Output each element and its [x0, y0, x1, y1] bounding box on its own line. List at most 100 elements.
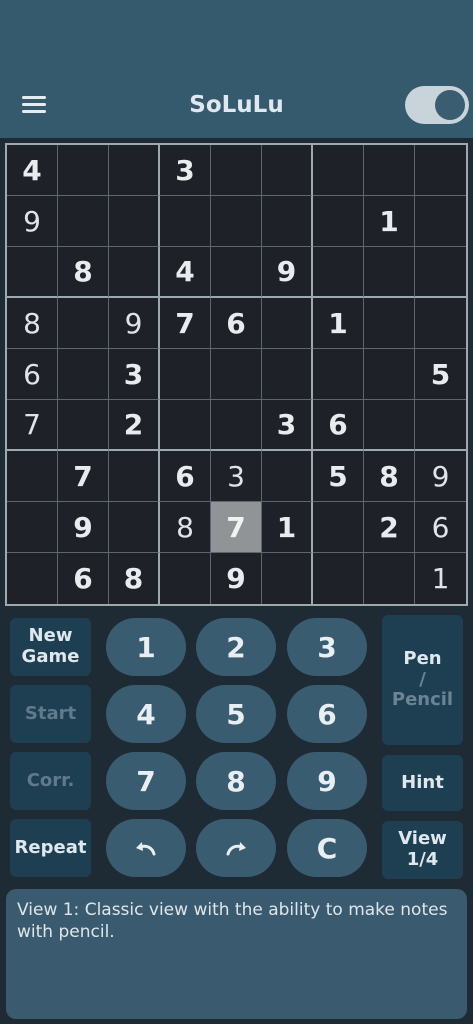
sudoku-cell-r1c3[interactable] — [109, 145, 160, 196]
number-button-6[interactable]: 6 — [287, 685, 367, 743]
sudoku-cell-r5c5[interactable] — [211, 349, 262, 400]
sudoku-cell-r4c7[interactable]: 1 — [313, 298, 364, 349]
sudoku-cell-r8c5[interactable]: 7 — [211, 502, 262, 553]
sudoku-cell-r6c7[interactable]: 6 — [313, 400, 364, 451]
sudoku-cell-r8c8[interactable]: 2 — [364, 502, 415, 553]
sudoku-cell-r1c1[interactable]: 4 — [7, 145, 58, 196]
sudoku-cell-r4c2[interactable] — [58, 298, 109, 349]
number-button-2[interactable]: 2 — [196, 618, 276, 676]
sudoku-cell-r8c7[interactable] — [313, 502, 364, 553]
sudoku-cell-r7c2[interactable]: 7 — [58, 451, 109, 502]
sudoku-cell-r3c7[interactable] — [313, 247, 364, 298]
start-button[interactable]: Start — [10, 685, 91, 743]
sudoku-cell-r3c4[interactable]: 4 — [160, 247, 211, 298]
sudoku-cell-r4c6[interactable] — [262, 298, 313, 349]
sudoku-cell-r8c9[interactable]: 6 — [415, 502, 466, 553]
repeat-button[interactable]: Repeat — [10, 819, 91, 877]
correction-button[interactable]: Corr. — [10, 752, 91, 810]
sudoku-cell-r9c6[interactable] — [262, 553, 313, 604]
sudoku-cell-r7c6[interactable] — [262, 451, 313, 502]
sudoku-cell-r4c9[interactable] — [415, 298, 466, 349]
sudoku-cell-r4c8[interactable] — [364, 298, 415, 349]
sudoku-cell-r9c9[interactable]: 1 — [415, 553, 466, 604]
sudoku-cell-r3c2[interactable]: 8 — [58, 247, 109, 298]
sudoku-cell-r6c3[interactable]: 2 — [109, 400, 160, 451]
mode-toggle[interactable] — [405, 86, 469, 124]
sudoku-cell-r2c2[interactable] — [58, 196, 109, 247]
sudoku-cell-r2c1[interactable]: 9 — [7, 196, 58, 247]
sudoku-cell-r2c7[interactable] — [313, 196, 364, 247]
sudoku-cell-r2c3[interactable] — [109, 196, 160, 247]
undo-button[interactable] — [106, 819, 186, 877]
number-button-1[interactable]: 1 — [106, 618, 186, 676]
sudoku-cell-r9c1[interactable] — [7, 553, 58, 604]
sudoku-cell-r9c4[interactable] — [160, 553, 211, 604]
sudoku-cell-r9c8[interactable] — [364, 553, 415, 604]
sudoku-cell-r4c1[interactable]: 8 — [7, 298, 58, 349]
sudoku-cell-r9c3[interactable]: 8 — [109, 553, 160, 604]
sudoku-cell-r3c3[interactable] — [109, 247, 160, 298]
sudoku-cell-r1c4[interactable]: 3 — [160, 145, 211, 196]
sudoku-cell-r7c3[interactable] — [109, 451, 160, 502]
sudoku-cell-r4c5[interactable]: 6 — [211, 298, 262, 349]
sudoku-cell-r4c4[interactable]: 7 — [160, 298, 211, 349]
sudoku-cell-r2c6[interactable] — [262, 196, 313, 247]
sudoku-cell-r8c1[interactable] — [7, 502, 58, 553]
sudoku-cell-r1c2[interactable] — [58, 145, 109, 196]
sudoku-cell-r9c2[interactable]: 6 — [58, 553, 109, 604]
sudoku-cell-r3c9[interactable] — [415, 247, 466, 298]
sudoku-cell-r2c9[interactable] — [415, 196, 466, 247]
clear-button[interactable]: C — [287, 819, 367, 877]
sudoku-cell-r5c8[interactable] — [364, 349, 415, 400]
number-button-4[interactable]: 4 — [106, 685, 186, 743]
sudoku-cell-r1c6[interactable] — [262, 145, 313, 196]
sudoku-cell-r7c7[interactable]: 5 — [313, 451, 364, 502]
sudoku-cell-r2c5[interactable] — [211, 196, 262, 247]
sudoku-cell-r8c6[interactable]: 1 — [262, 502, 313, 553]
sudoku-cell-r5c2[interactable] — [58, 349, 109, 400]
sudoku-cell-r3c5[interactable] — [211, 247, 262, 298]
sudoku-cell-r6c4[interactable] — [160, 400, 211, 451]
sudoku-cell-r6c2[interactable] — [58, 400, 109, 451]
number-button-7[interactable]: 7 — [106, 752, 186, 810]
new-game-button[interactable]: New Game — [10, 618, 91, 676]
sudoku-cell-r1c9[interactable] — [415, 145, 466, 196]
pen-pencil-toggle[interactable]: Pen / Pencil — [382, 615, 463, 745]
view-button[interactable]: View 1/4 — [382, 821, 463, 879]
sudoku-cell-r8c3[interactable] — [109, 502, 160, 553]
sudoku-cell-r2c8[interactable]: 1 — [364, 196, 415, 247]
sudoku-cell-r7c5[interactable]: 3 — [211, 451, 262, 502]
sudoku-cell-r1c5[interactable] — [211, 145, 262, 196]
sudoku-cell-r8c4[interactable]: 8 — [160, 502, 211, 553]
sudoku-cell-r5c7[interactable] — [313, 349, 364, 400]
sudoku-cell-r6c8[interactable] — [364, 400, 415, 451]
sudoku-cell-r5c6[interactable] — [262, 349, 313, 400]
sudoku-cell-r6c1[interactable]: 7 — [7, 400, 58, 451]
sudoku-cell-r9c5[interactable]: 9 — [211, 553, 262, 604]
hint-button[interactable]: Hint — [382, 755, 463, 811]
number-button-5[interactable]: 5 — [196, 685, 276, 743]
number-button-3[interactable]: 3 — [287, 618, 367, 676]
sudoku-cell-r5c3[interactable]: 3 — [109, 349, 160, 400]
sudoku-cell-r9c7[interactable] — [313, 553, 364, 604]
sudoku-cell-r2c4[interactable] — [160, 196, 211, 247]
sudoku-cell-r5c4[interactable] — [160, 349, 211, 400]
number-button-9[interactable]: 9 — [287, 752, 367, 810]
sudoku-cell-r3c8[interactable] — [364, 247, 415, 298]
sudoku-cell-r6c6[interactable]: 3 — [262, 400, 313, 451]
sudoku-cell-r7c4[interactable]: 6 — [160, 451, 211, 502]
sudoku-cell-r7c8[interactable]: 8 — [364, 451, 415, 502]
sudoku-cell-r5c9[interactable]: 5 — [415, 349, 466, 400]
sudoku-cell-r6c9[interactable] — [415, 400, 466, 451]
sudoku-cell-r3c1[interactable] — [7, 247, 58, 298]
redo-button[interactable] — [196, 819, 276, 877]
number-button-8[interactable]: 8 — [196, 752, 276, 810]
sudoku-cell-r4c3[interactable]: 9 — [109, 298, 160, 349]
sudoku-cell-r7c9[interactable]: 9 — [415, 451, 466, 502]
sudoku-cell-r3c6[interactable]: 9 — [262, 247, 313, 298]
sudoku-cell-r8c2[interactable]: 9 — [58, 502, 109, 553]
sudoku-cell-r5c1[interactable]: 6 — [7, 349, 58, 400]
sudoku-cell-r6c5[interactable] — [211, 400, 262, 451]
sudoku-cell-r7c1[interactable] — [7, 451, 58, 502]
sudoku-cell-r1c8[interactable] — [364, 145, 415, 196]
